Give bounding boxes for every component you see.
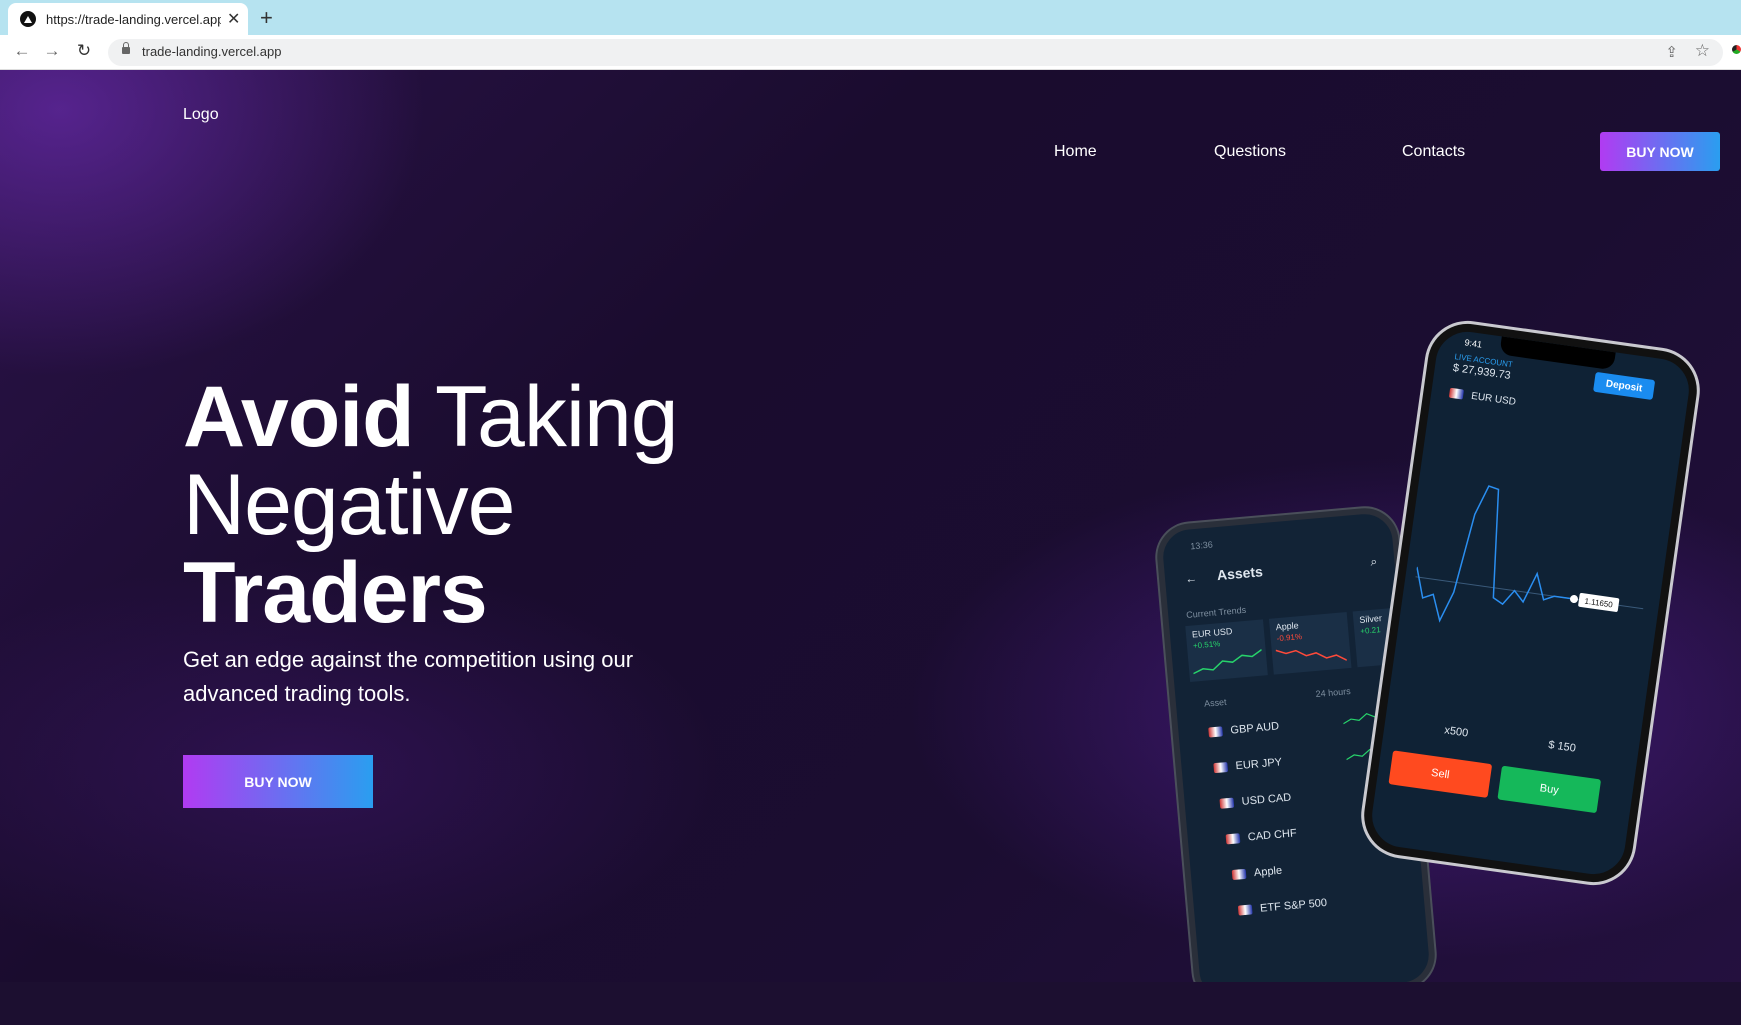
lock-icon — [122, 42, 130, 54]
trend-change: -0.91% — [1276, 632, 1303, 644]
headline-line2: Negative — [183, 457, 515, 553]
hero-subtitle: Get an edge against the competition usin… — [183, 647, 634, 706]
sell-button: Sell — [1388, 750, 1493, 798]
new-tab-icon[interactable]: + — [260, 5, 273, 31]
share-icon[interactable]: ⇪ — [1665, 43, 1678, 61]
phone-notch — [1499, 336, 1616, 371]
close-tab-icon[interactable]: ✕ — [227, 9, 240, 29]
browser-tab-bar: https://trade-landing.vercel.app ✕ + — [0, 0, 1741, 35]
asset-row: Apple — [1231, 864, 1283, 881]
trend-sparkline — [1193, 648, 1263, 675]
nav-home[interactable]: Home — [1054, 143, 1097, 161]
asset-row: EUR JPY — [1213, 756, 1282, 774]
headline-line3: Traders — [183, 545, 488, 641]
asset-name: ETF S&P 500 — [1259, 896, 1328, 915]
trend-sparkline — [1275, 649, 1348, 661]
asset-row: ETF S&P 500 — [1237, 896, 1328, 917]
trend-name: EUR USD — [1191, 626, 1233, 640]
vercel-favicon-icon — [20, 11, 36, 27]
search-icon: ⌕ — [1369, 554, 1378, 569]
phone-mockup-chart: 9:41 LIVE ACCOUNT $ 27,939.73 Deposit EU… — [1359, 318, 1702, 888]
deposit-button: Deposit — [1593, 371, 1656, 400]
landing-page: Logo Home Questions Contacts BUY NOW Avo… — [0, 70, 1741, 1025]
browser-tab[interactable]: https://trade-landing.vercel.app ✕ — [8, 3, 248, 35]
asset-row: GBP AUD — [1208, 720, 1280, 738]
pair-selector: EUR USD — [1448, 388, 1517, 408]
buy-button: Buy — [1497, 765, 1602, 814]
price-chart — [1415, 485, 1644, 623]
asset-name: GBP AUD — [1230, 720, 1280, 737]
reload-icon[interactable]: ↻ — [72, 41, 96, 61]
asset-column-header: Asset — [1203, 696, 1227, 709]
asset-name: USD CAD — [1241, 791, 1292, 808]
address-bar[interactable]: trade-landing.vercel.app ⇪ ☆ — [108, 39, 1723, 66]
url-text[interactable]: trade-landing.vercel.app — [142, 44, 281, 59]
trend-card: EUR USD +0.51% — [1185, 619, 1268, 682]
asset-row: USD CAD — [1219, 791, 1292, 810]
current-trends-label: Current Trends — [1185, 604, 1247, 621]
headline-thin-word: Taking — [435, 369, 679, 465]
next-section-strip — [0, 982, 1741, 1025]
nav-contacts[interactable]: Contacts — [1402, 143, 1465, 161]
site-logo[interactable]: Logo — [183, 106, 219, 124]
multiplier-value: x500 — [1443, 724, 1469, 740]
asset-row: CAD CHF — [1225, 827, 1297, 845]
forward-icon[interactable]: → — [40, 41, 64, 61]
buy-now-header-button[interactable]: BUY NOW — [1600, 132, 1720, 171]
hero-headline: Avoid Taking Negative Traders — [183, 373, 679, 637]
nav-questions[interactable]: Questions — [1214, 143, 1286, 161]
asset-name: Apple — [1253, 864, 1283, 880]
back-icon[interactable]: ← — [10, 41, 34, 61]
amount-value: $ 150 — [1547, 738, 1577, 755]
period-column-header: 24 hours — [1315, 686, 1352, 700]
back-arrow-icon: ← — [1184, 570, 1198, 586]
asset-name: EUR JPY — [1235, 756, 1283, 773]
trend-name: Silver — [1358, 613, 1383, 625]
headline-bold-word: Avoid — [183, 369, 415, 465]
status-time: 9:41 — [1463, 337, 1483, 350]
trend-change: +0.51% — [1192, 639, 1221, 651]
buy-now-hero-button[interactable]: BUY NOW — [183, 755, 373, 808]
bookmark-star-icon[interactable]: ☆ — [1695, 41, 1710, 61]
status-time: 13:36 — [1189, 539, 1214, 552]
trend-name: Apple — [1275, 620, 1300, 633]
trend-card: Apple -0.91% — [1268, 612, 1352, 675]
tab-title: https://trade-landing.vercel.app — [46, 11, 221, 27]
extension-icon[interactable] — [1732, 45, 1741, 54]
assets-title: Assets — [1216, 563, 1264, 584]
browser-toolbar: ← → ↻ trade-landing.vercel.app ⇪ ☆ — [0, 35, 1741, 70]
trend-change: +0.21 — [1359, 625, 1381, 636]
pair-name: EUR USD — [1470, 390, 1517, 408]
asset-name: CAD CHF — [1247, 827, 1298, 844]
